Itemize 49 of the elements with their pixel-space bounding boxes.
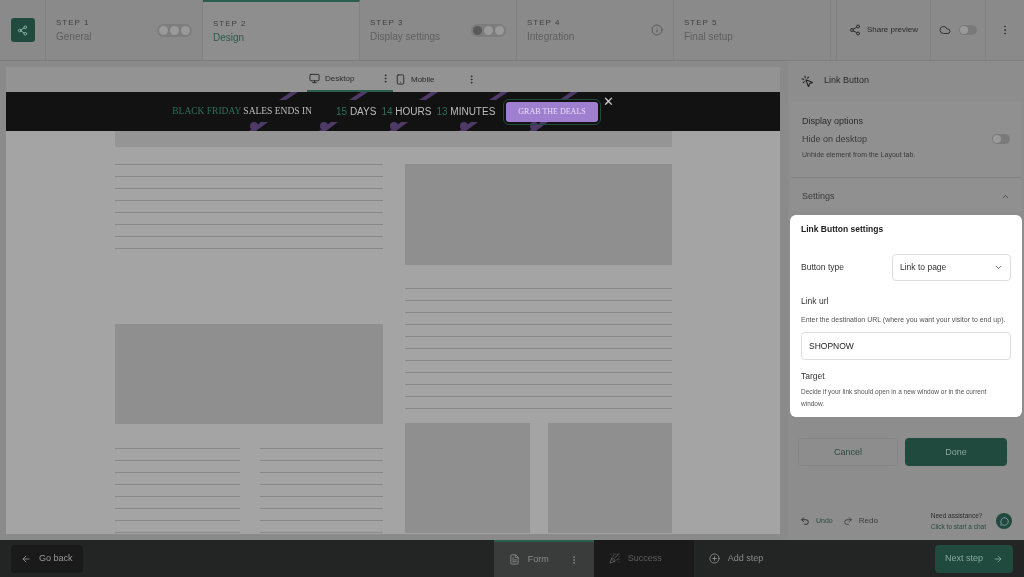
countdown-text: 15 DAYS <box>335 105 377 119</box>
device-tab[interactable]: Mobile <box>393 67 479 92</box>
field-label: Button type <box>801 260 844 274</box>
go-back-button[interactable]: Go back <box>11 544 83 573</box>
button-type-select[interactable]: Link to page <box>892 253 1011 281</box>
banner-text: BLACK FRIDAY SALES ENDS IN <box>172 105 312 119</box>
step-number: STEP 1 <box>56 16 91 29</box>
undo-icon <box>800 516 810 526</box>
desktop-icon <box>309 73 320 84</box>
step-title: Design <box>213 30 246 45</box>
settings-header[interactable]: Settings <box>802 181 1010 211</box>
popover-title: Link Button settings <box>801 223 885 236</box>
mobile-icon <box>395 74 406 85</box>
share-preview-button[interactable]: Share preview <box>836 0 931 60</box>
step-number: STEP 3 <box>370 16 405 29</box>
link-url-field[interactable]: SHOPNOW <box>801 331 1011 360</box>
form-step-tab[interactable]: Add step <box>693 540 794 577</box>
share-icon <box>848 24 861 36</box>
chat-icon <box>999 516 1009 526</box>
countdown-text: 13 MINUTES <box>436 105 496 119</box>
redo-icon <box>842 516 853 526</box>
hide-label: Hide on desktop <box>802 132 868 146</box>
add-icon <box>708 553 720 564</box>
app-logo-icon[interactable] <box>10 18 35 42</box>
cloud-icon <box>939 24 951 36</box>
panel-title: Link Button <box>824 74 870 88</box>
step-tab[interactable]: STEP 2 Design <box>203 0 360 60</box>
party-popper-icon <box>608 553 620 564</box>
chat-button[interactable] <box>996 513 1012 529</box>
field-label: Link url <box>801 294 830 308</box>
arrow-right-icon <box>993 553 1003 564</box>
cancel-button[interactable]: Cancel <box>798 438 898 467</box>
hide-toggle[interactable] <box>992 134 1010 145</box>
step-number: STEP 5 <box>684 16 719 29</box>
progress-dots-icon <box>157 23 192 37</box>
arrow-left-icon <box>21 553 31 564</box>
info-icon[interactable] <box>651 24 663 36</box>
close-button[interactable]: ✕ <box>602 95 614 108</box>
grab-deals-button[interactable]: GRAB THE DEALS <box>506 101 598 122</box>
next-step-button[interactable]: Next step <box>934 544 1013 573</box>
form-icon <box>508 554 520 565</box>
step-number: STEP 2 <box>213 17 247 30</box>
progress-dots-icon <box>471 23 506 37</box>
section-title: Display options <box>802 115 865 128</box>
countdown-text: 14 HOURS <box>381 105 432 119</box>
form-step-tab[interactable]: Form <box>493 540 594 577</box>
autosave-toggle[interactable] <box>959 25 977 35</box>
field-label: Target <box>801 369 826 383</box>
done-button[interactable]: Done <box>905 438 1007 467</box>
